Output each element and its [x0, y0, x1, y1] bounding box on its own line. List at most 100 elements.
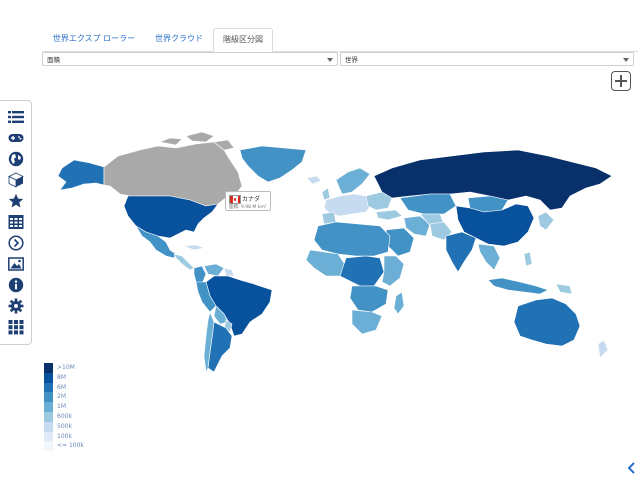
legend-swatch [44, 363, 53, 373]
metric-select-value: 面積 [47, 56, 60, 64]
legend-label: 100k [57, 432, 72, 440]
sidebar-item-table[interactable] [8, 214, 24, 230]
metric-select[interactable]: 面積 [42, 52, 338, 66]
country-madagascar [393, 291, 405, 315]
region-central-asia [419, 213, 445, 229]
country-kazakhstan [399, 193, 457, 215]
country-argentina [207, 321, 233, 373]
list-icon [8, 111, 24, 123]
legend-swatch [44, 372, 53, 383]
country-usa [123, 195, 219, 239]
country-guianas [223, 267, 235, 277]
country-korea-japan [537, 211, 555, 231]
country-mexico [135, 225, 177, 259]
country-canada-islands [159, 131, 235, 151]
sidebar-item-favorites[interactable] [8, 193, 24, 209]
legend-swatch [44, 441, 53, 452]
region-southern-central-africa [349, 285, 389, 313]
region-western-europe [323, 193, 373, 217]
country-chile [203, 311, 215, 373]
star-icon [8, 193, 24, 208]
sidebar-item-3d[interactable] [8, 172, 24, 188]
tab-world-explorer[interactable]: 世界エクスプ ローラー [42, 28, 146, 50]
region-eastern-europe [365, 191, 393, 211]
gamepad-icon [8, 134, 24, 142]
country-mongolia [467, 195, 509, 213]
region-central-africa [339, 255, 385, 287]
tab-bar: 世界エクスプ ローラー 世界クラウド 階級区分図 [42, 28, 638, 52]
region-west-africa [305, 249, 347, 277]
add-button[interactable] [611, 71, 631, 91]
region-east-africa [381, 255, 405, 287]
chevron-left-icon[interactable] [626, 461, 638, 475]
country-spain [321, 211, 337, 225]
chevron-down-icon [327, 58, 333, 62]
sidebar-item-grid[interactable] [8, 319, 24, 335]
gear-icon [8, 298, 24, 314]
grid-icon [8, 320, 24, 335]
legend-label: 1M [57, 403, 66, 411]
country-cuba [183, 244, 205, 251]
country-papua-new-guinea [555, 283, 573, 295]
country-afghanistan-pakistan [429, 221, 453, 241]
country-paraguay [223, 319, 233, 333]
legend-swatch [44, 402, 53, 412]
country-bolivia [213, 305, 229, 325]
country-turkey [375, 209, 403, 221]
flag-canada-icon [229, 195, 241, 204]
country-tooltip: カナダ 面積: 9.98 M km² [225, 191, 271, 211]
legend-label: 6M [57, 383, 66, 391]
legend-swatch [44, 411, 53, 422]
country-canada [103, 141, 243, 207]
country-uk [321, 187, 331, 201]
country-new-zealand [597, 339, 609, 359]
sidebar-item-settings[interactable] [8, 298, 24, 314]
country-central-america [173, 253, 195, 271]
table-icon [8, 215, 24, 229]
sidebar-item-next[interactable] [8, 235, 24, 251]
chevron-down-icon [623, 58, 629, 62]
country-colombia [193, 265, 207, 285]
sidebar [0, 100, 32, 345]
country-saudi-arabia [385, 227, 415, 257]
legend-swatch [44, 431, 53, 442]
world-map [57, 131, 613, 373]
info-icon [8, 277, 24, 293]
globe-icon [8, 151, 24, 167]
legend-swatch [44, 382, 53, 393]
country-india [445, 231, 477, 273]
country-iceland [306, 175, 322, 185]
country-russia [373, 149, 613, 211]
image-icon [8, 257, 24, 271]
tooltip-area-value: 面積: 9.98 M km² [229, 205, 267, 210]
legend-swatch [44, 392, 53, 403]
country-brazil [205, 275, 273, 337]
region-select[interactable]: 世界 [340, 52, 634, 66]
legend-label: 600k [57, 412, 72, 420]
chevron-right-circle-icon [8, 235, 24, 251]
country-venezuela [203, 263, 225, 277]
country-south-africa [351, 309, 383, 335]
legend-label: 500k [57, 422, 72, 430]
region-north-africa [313, 221, 391, 257]
legend-label: <= 100k [57, 442, 84, 450]
cube-icon [8, 172, 24, 188]
country-usa-alaska [57, 159, 105, 191]
sidebar-item-game[interactable] [8, 130, 24, 146]
tab-world-cloud[interactable]: 世界クラウド [146, 28, 212, 50]
region-southeast-asia [477, 243, 501, 271]
sidebar-item-info[interactable] [8, 277, 24, 293]
legend-label: 2M [57, 393, 66, 401]
tooltip-country-name: カナダ [242, 196, 261, 203]
sidebar-item-list[interactable] [8, 109, 24, 125]
sidebar-item-image[interactable] [8, 256, 24, 272]
sidebar-item-globe[interactable] [8, 151, 24, 167]
country-australia [513, 297, 581, 347]
legend-label: 8M [57, 373, 66, 381]
region-select-value: 世界 [345, 56, 358, 64]
tab-choropleth[interactable]: 階級区分図 [213, 28, 273, 52]
country-indonesia [487, 277, 549, 295]
country-china [455, 203, 535, 247]
country-peru [195, 281, 217, 313]
legend-swatch [44, 421, 53, 432]
